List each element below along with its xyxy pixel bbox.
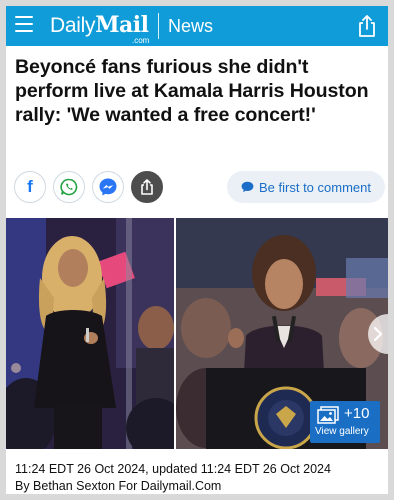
share-icon	[141, 179, 153, 195]
comment-button[interactable]: Be first to comment	[227, 171, 385, 203]
gallery-label: View gallery	[315, 426, 369, 437]
comment-button-label: Be first to comment	[259, 179, 371, 195]
menu-icon[interactable]	[15, 16, 33, 34]
article-photo-left[interactable]	[6, 218, 174, 449]
chevron-right-icon	[373, 326, 383, 342]
article-dateline: 11:24 EDT 26 Oct 2024, updated 11:24 EDT…	[15, 462, 331, 476]
comment-bubble-icon	[241, 181, 254, 193]
gallery-count: +10	[344, 405, 370, 422]
site-logo[interactable]: DailyMail .com	[50, 12, 150, 45]
article-headline: Beyoncé fans furious she didn't perform …	[15, 56, 369, 126]
logo-dotcom: .com	[132, 36, 150, 45]
view-gallery-button[interactable]: +10 View gallery	[310, 401, 380, 443]
messenger-share-button[interactable]	[92, 171, 124, 203]
whatsapp-icon	[60, 178, 78, 196]
header-divider	[158, 13, 159, 39]
messenger-icon	[99, 178, 117, 196]
logo-daily: Daily	[50, 14, 96, 37]
logo-mail: Mail	[95, 12, 149, 38]
article-photo-right[interactable]: +10 View gallery	[176, 218, 388, 449]
gallery-icon	[317, 406, 339, 424]
facebook-icon: f	[27, 177, 33, 196]
site-header: DailyMail .com News	[6, 6, 388, 46]
whatsapp-share-button[interactable]	[53, 171, 85, 203]
share-row: f Be first to comment	[14, 171, 385, 207]
share-icon[interactable]	[356, 14, 378, 38]
section-link[interactable]: News	[168, 16, 213, 37]
more-share-button[interactable]	[131, 171, 163, 203]
article-byline: By Bethan Sexton For Dailymail.Com	[15, 479, 222, 493]
article-page: DailyMail .com News Beyoncé fans furious…	[6, 6, 388, 494]
facebook-share-button[interactable]: f	[14, 171, 46, 203]
